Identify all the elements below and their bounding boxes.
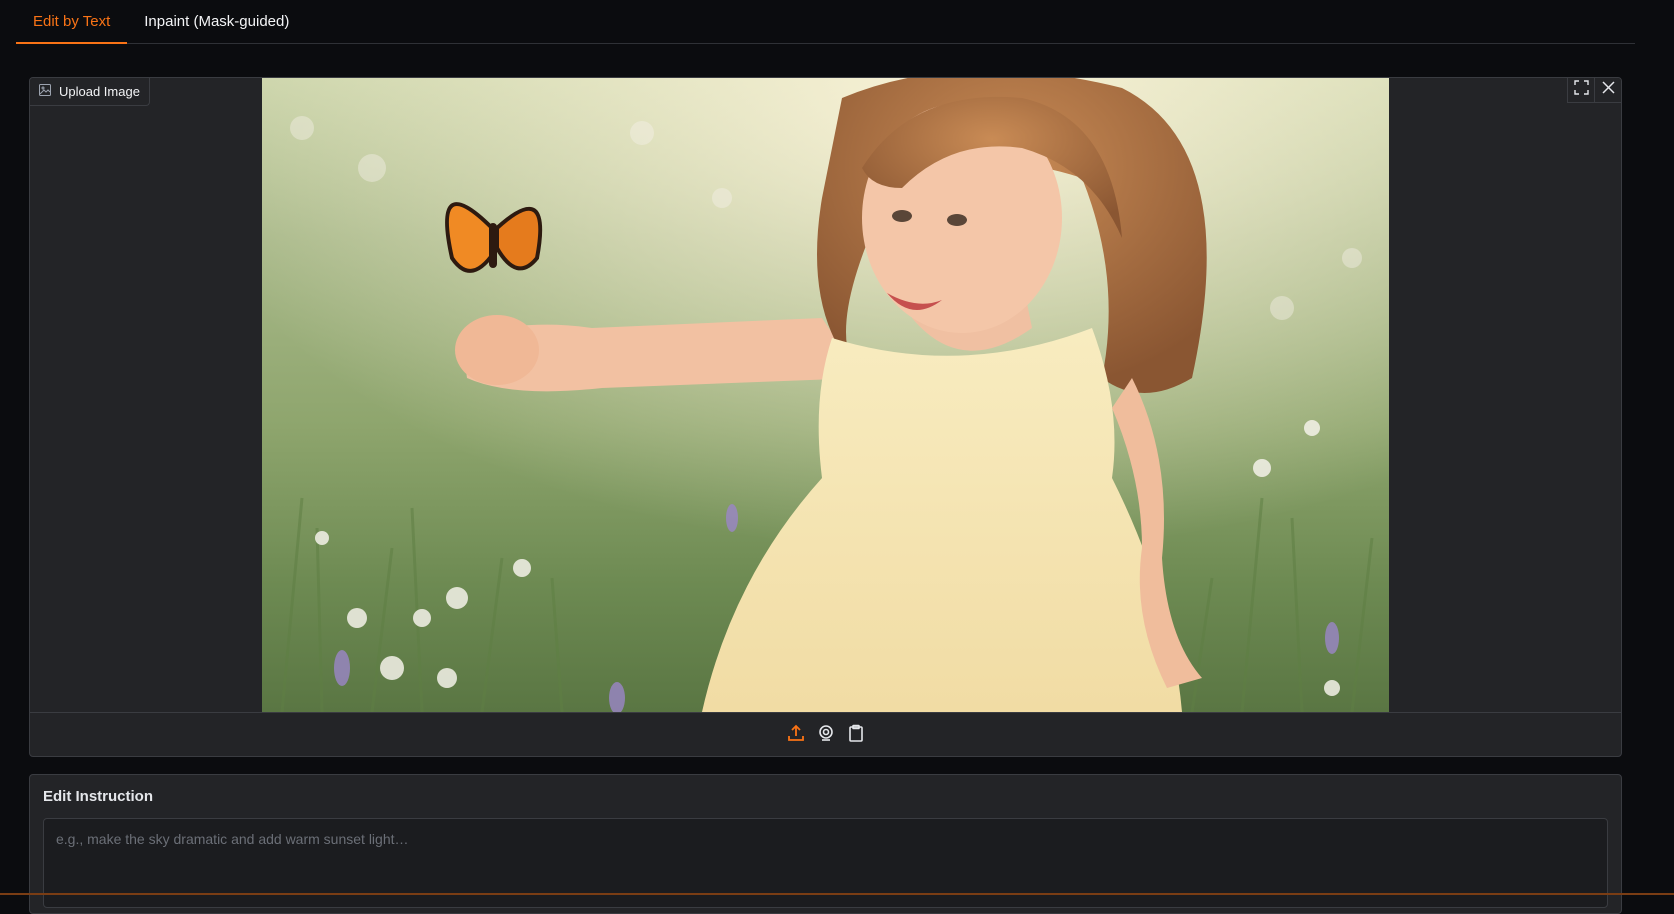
- close-icon: [1601, 80, 1616, 100]
- tab-edit-by-text[interactable]: Edit by Text: [16, 0, 128, 44]
- image-top-controls: [1567, 78, 1621, 103]
- fullscreen-icon: [1573, 80, 1589, 100]
- fullscreen-button[interactable]: [1567, 78, 1594, 103]
- webcam-source-button[interactable]: [816, 724, 836, 747]
- image-label-text: Upload Image: [59, 84, 140, 99]
- upload-source-button[interactable]: [786, 724, 806, 747]
- upload-icon: [787, 724, 805, 747]
- webcam-icon: [817, 724, 835, 747]
- clipboard-icon: [847, 724, 865, 747]
- image-label: Upload Image: [30, 78, 150, 106]
- photo-girl-with-butterfly: [262, 78, 1389, 712]
- clipboard-source-button[interactable]: [846, 724, 866, 747]
- uploaded-image-preview: [262, 78, 1389, 712]
- edit-instruction-label: Edit Instruction: [43, 788, 153, 805]
- clear-image-button[interactable]: [1594, 78, 1621, 103]
- tab-inpaint-mask-guided[interactable]: Inpaint (Mask-guided): [127, 0, 306, 43]
- image-icon: [39, 84, 51, 99]
- image-upload-component[interactable]: Upload Image: [29, 77, 1622, 757]
- image-source-bar: [30, 712, 1621, 756]
- tab-bar: Edit by Text Inpaint (Mask-guided): [16, 0, 1635, 44]
